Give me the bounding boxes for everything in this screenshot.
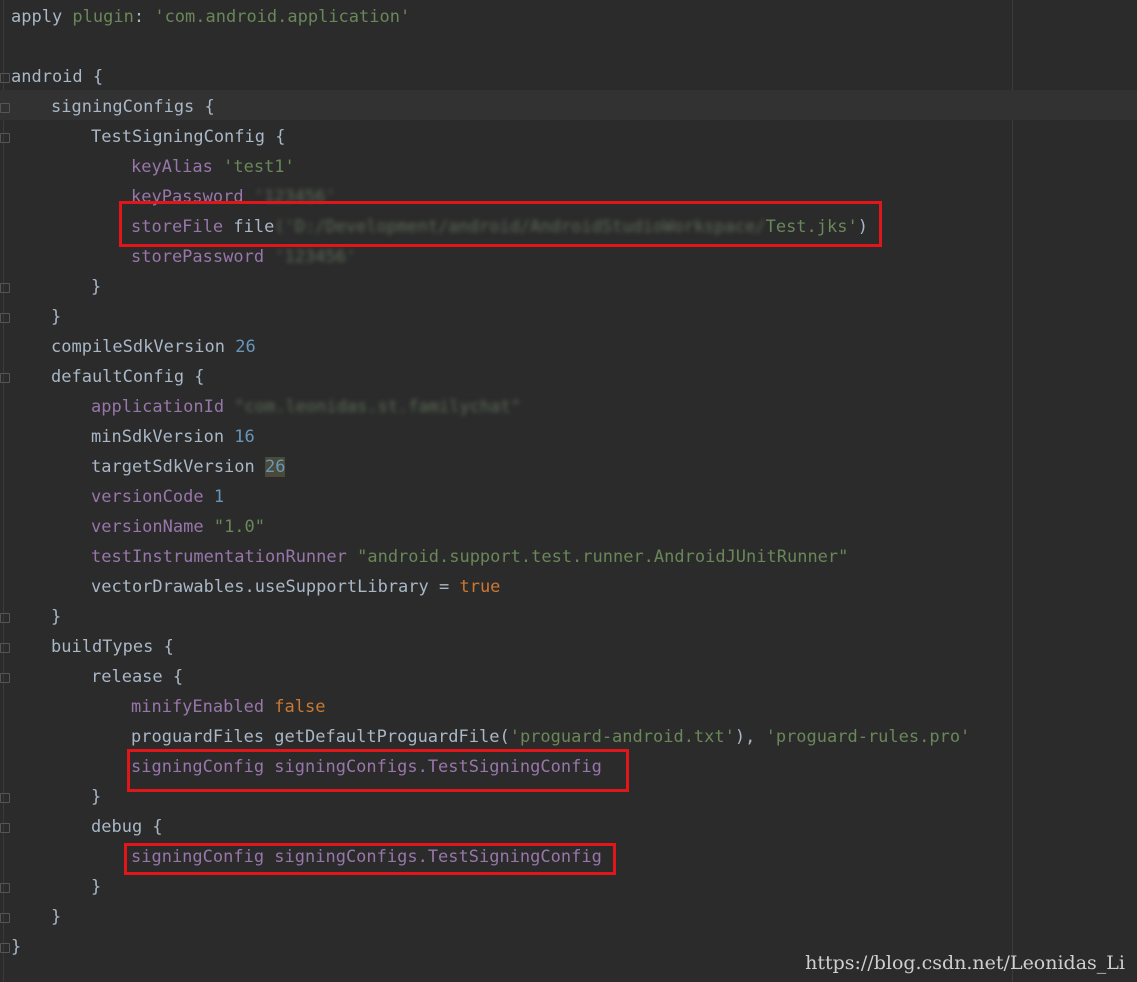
code-line: defaultConfig {	[51, 362, 205, 392]
code-token: TestSigningConfig {	[91, 127, 286, 147]
code-token: debug {	[91, 817, 163, 837]
code-line: versionCode 1	[91, 482, 224, 512]
code-token: :	[133, 7, 155, 27]
annotation-box-release-signing	[127, 749, 629, 792]
code-line: buildTypes {	[51, 632, 174, 662]
code-token: 'test1'	[223, 157, 295, 177]
code-token: compileSdkVersion	[51, 337, 236, 357]
fold-marker-icon[interactable]	[0, 913, 10, 923]
code-line: release {	[91, 662, 183, 692]
code-token: signingConfigs {	[51, 97, 215, 117]
code-token: }	[11, 937, 22, 957]
code-line: signingConfigs {	[51, 92, 215, 122]
annotation-box-storefile	[119, 201, 882, 247]
code-token: }	[51, 607, 62, 627]
code-token: }	[51, 307, 62, 327]
code-line: proguardFiles getDefaultProguardFile('pr…	[131, 722, 970, 752]
code-token: 1	[213, 487, 225, 507]
code-token: }	[91, 277, 102, 297]
code-token: 'proguard-rules.pro'	[765, 727, 971, 747]
code-line: debug {	[91, 812, 163, 842]
code-line: targetSdkVersion 26	[91, 452, 286, 482]
code-token: false	[274, 697, 326, 717]
code-token: proguardFiles getDefaultProguardFile(	[131, 727, 510, 747]
code-line: android {	[11, 62, 103, 92]
code-token: apply	[11, 7, 73, 27]
code-token: 'proguard-android.txt'	[509, 727, 735, 747]
code-token: applicationId	[91, 397, 235, 417]
code-line: }	[51, 302, 61, 332]
code-line: minifyEnabled false	[131, 692, 325, 722]
code-line: }	[51, 902, 61, 932]
code-line: keyAlias 'test1'	[131, 152, 295, 182]
fold-marker-icon[interactable]	[0, 103, 10, 113]
code-token: versionName	[91, 517, 214, 537]
watermark-text: https://blog.csdn.net/Leonidas_Li	[805, 952, 1125, 974]
code-line: vectorDrawables.useSupportLibrary = true	[91, 572, 500, 602]
code-line: applicationId "com.leonidas.st.familycha…	[91, 392, 521, 422]
code-token: }	[91, 787, 102, 807]
code-token: testInstrumentationRunner	[91, 547, 358, 567]
code-token: release {	[91, 667, 184, 687]
right-margin-guide	[1012, 0, 1013, 982]
code-line: TestSigningConfig {	[91, 122, 285, 152]
fold-marker-icon[interactable]	[0, 673, 10, 683]
code-line: }	[11, 932, 21, 962]
annotation-box-debug-signing	[124, 843, 616, 875]
code-line: }	[91, 782, 101, 812]
code-line: testInstrumentationRunner "android.suppo…	[91, 542, 848, 572]
code-token: "android.support.test.runner.AndroidJUni…	[357, 547, 849, 567]
code-line: }	[91, 272, 101, 302]
code-line: versionName "1.0"	[91, 512, 265, 542]
fold-marker-icon[interactable]	[0, 793, 10, 803]
code-line: }	[51, 602, 61, 632]
code-editor[interactable]: apply plugin: 'com.android.application' a…	[0, 0, 1137, 982]
code-line: compileSdkVersion 26	[51, 332, 256, 362]
code-token: storePassword	[131, 247, 275, 267]
code-token: plugin	[72, 7, 134, 27]
code-token: 26	[235, 337, 256, 357]
code-token: minifyEnabled	[131, 697, 275, 717]
fold-marker-icon[interactable]	[0, 613, 10, 623]
code-token: vectorDrawables.useSupportLibrary =	[91, 577, 460, 597]
code-token: '123456'	[274, 247, 357, 267]
code-token: 'com.android.application'	[154, 7, 411, 27]
fold-marker-icon[interactable]	[0, 313, 10, 323]
code-line: minSdkVersion 16	[91, 422, 255, 452]
code-token: keyAlias	[131, 157, 224, 177]
code-line: }	[91, 872, 101, 902]
code-token: targetSdkVersion	[91, 457, 265, 477]
code-token: }	[91, 877, 102, 897]
fold-marker-icon[interactable]	[0, 133, 10, 143]
code-token: "1.0"	[213, 517, 266, 537]
code-token: 26	[265, 457, 286, 477]
fold-marker-icon[interactable]	[0, 283, 10, 293]
code-token: }	[51, 907, 62, 927]
fold-marker-icon[interactable]	[0, 883, 10, 893]
code-token: versionCode	[91, 487, 214, 507]
code-line: apply plugin: 'com.android.application'	[11, 2, 410, 32]
fold-marker-icon[interactable]	[0, 643, 10, 653]
fold-marker-icon[interactable]	[0, 73, 10, 83]
code-token: android {	[11, 67, 104, 87]
code-token: buildTypes {	[51, 637, 174, 657]
code-token: true	[459, 577, 501, 597]
fold-marker-icon[interactable]	[0, 373, 10, 383]
code-token: defaultConfig {	[51, 367, 205, 387]
code-token: ),	[734, 727, 766, 747]
code-token: "com.leonidas.st.familychat"	[234, 397, 521, 417]
fold-marker-icon[interactable]	[0, 943, 10, 953]
gutter-divider	[3, 0, 4, 982]
code-token: 16	[234, 427, 255, 447]
fold-marker-icon[interactable]	[0, 823, 10, 833]
code-token: minSdkVersion	[91, 427, 235, 447]
